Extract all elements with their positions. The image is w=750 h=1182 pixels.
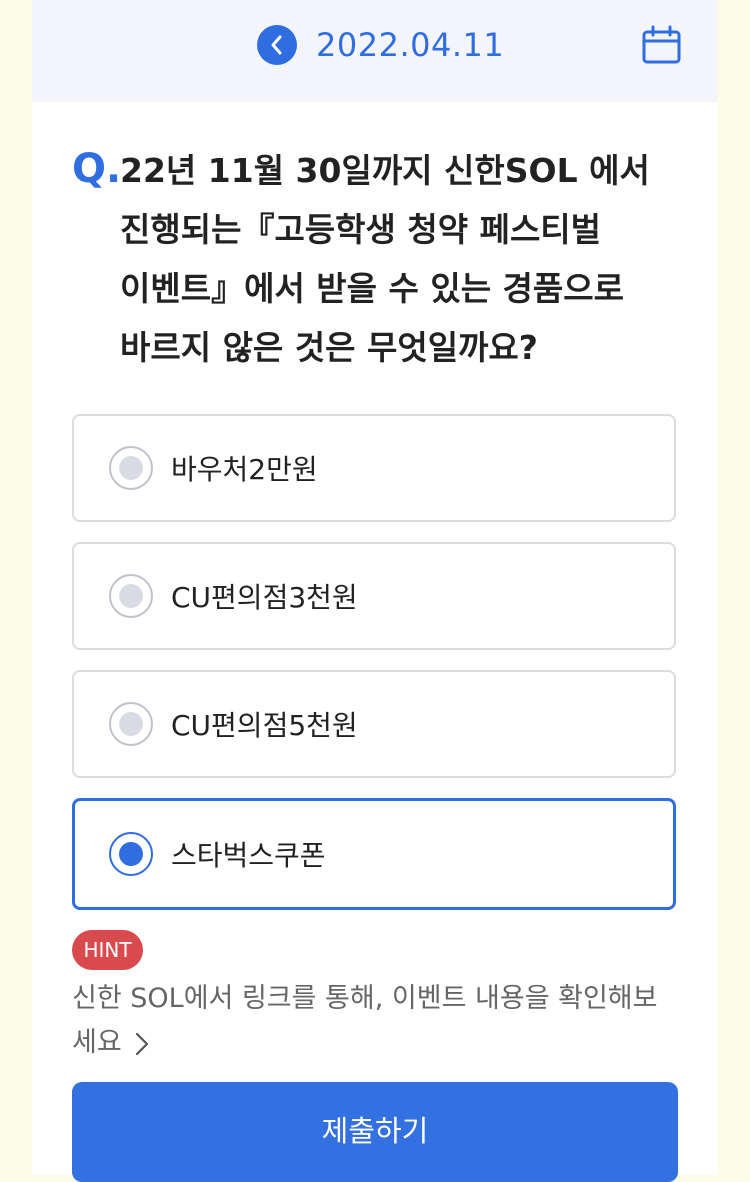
- radio-button[interactable]: [109, 574, 153, 618]
- answer-option-label: CU편의점3천원: [171, 581, 358, 614]
- hint-text: 신한 SOL에서 링크를 통해, 이벤트 내용을 확인해보세요: [72, 983, 658, 1058]
- radio-button-selected[interactable]: [109, 832, 153, 876]
- radio-button[interactable]: [109, 702, 153, 746]
- calendar-button[interactable]: [640, 24, 684, 68]
- chevron-left-icon: [271, 35, 282, 55]
- answer-option-4-selected[interactable]: 스타벅스쿠폰: [72, 798, 676, 910]
- answer-option-1[interactable]: 바우처2만원: [72, 414, 676, 522]
- radio-button[interactable]: [109, 446, 153, 490]
- calendar-icon: [642, 25, 681, 64]
- answer-option-label: 스타벅스쿠폰: [171, 839, 326, 872]
- hint-badge: HINT: [72, 930, 143, 970]
- current-date: 2022.04.11: [316, 26, 505, 64]
- answer-option-label: CU편의점5천원: [171, 709, 358, 742]
- hint-link[interactable]: 신한 SOL에서 링크를 통해, 이벤트 내용을 확인해보세요: [72, 977, 682, 1065]
- chevron-right-icon: [135, 1032, 148, 1055]
- date-header: 2022.04.11: [32, 0, 718, 102]
- quiz-card: 2022.04.11 Q. 22년 11월 30일까지 신한SOL 에서 진행되…: [32, 0, 718, 1182]
- submit-button[interactable]: 제출하기: [72, 1082, 678, 1182]
- previous-date-button[interactable]: [257, 25, 297, 65]
- question-marker: Q.: [72, 146, 122, 192]
- answer-option-label: 바우처2만원: [171, 453, 318, 486]
- answer-option-2[interactable]: CU편의점3천원: [72, 542, 676, 650]
- answer-option-3[interactable]: CU편의점5천원: [72, 670, 676, 778]
- question-text: 22년 11월 30일까지 신한SOL 에서 진행되는『고등학생 청약 페스티벌…: [120, 151, 650, 367]
